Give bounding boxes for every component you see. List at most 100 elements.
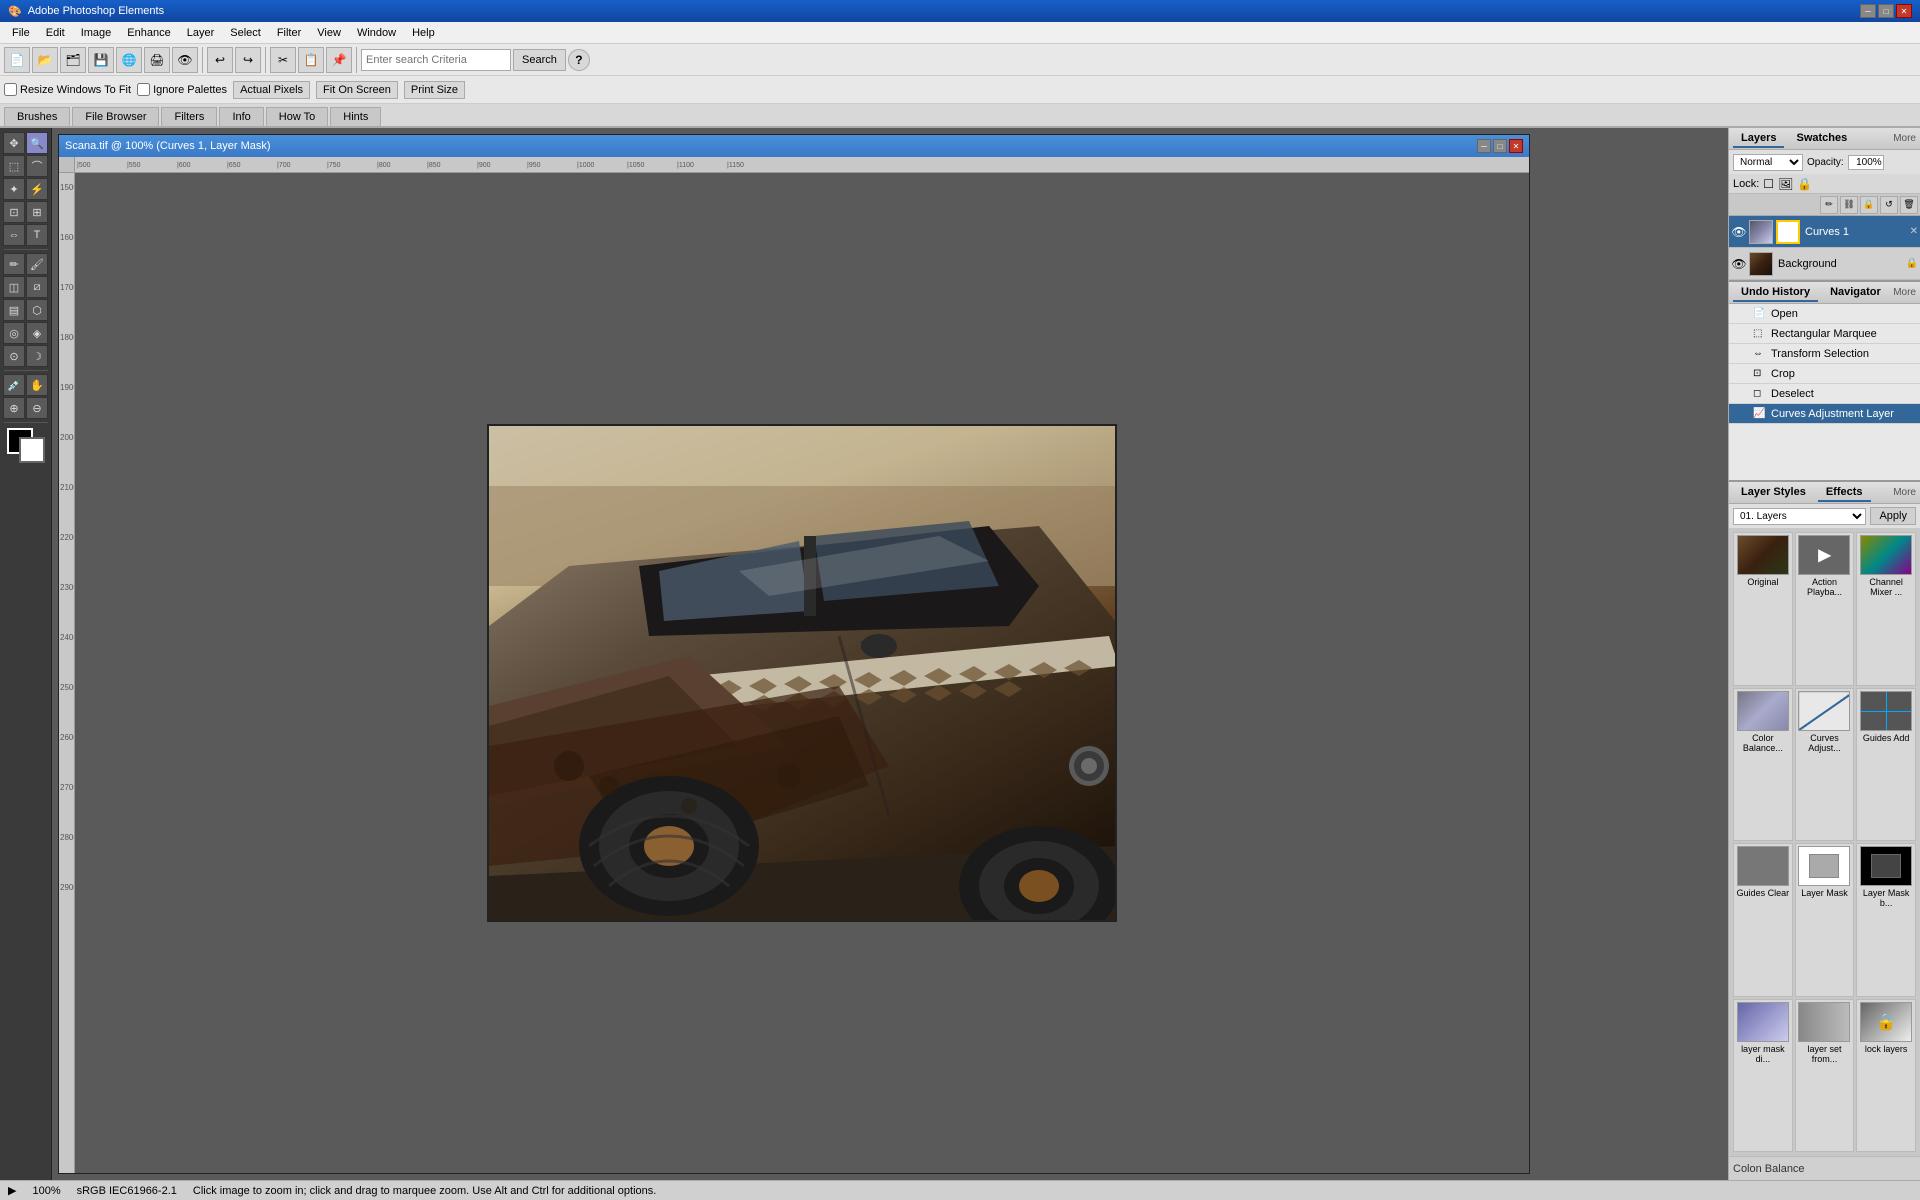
quick-select-tool[interactable]: ✦ — [3, 178, 25, 200]
delete-icon-btn[interactable]: 🗑 — [1900, 196, 1918, 214]
recompose-tool[interactable]: ⊞ — [26, 201, 48, 223]
pencil-icon-btn[interactable]: ✏ — [1820, 196, 1838, 214]
swatches-tab[interactable]: Swatches — [1788, 130, 1855, 148]
magic-wand-tool[interactable]: ⚡ — [26, 178, 48, 200]
blur-tool[interactable]: ◎ — [3, 322, 25, 344]
resize-windows-checkbox[interactable] — [4, 83, 17, 96]
resize-windows-option[interactable]: Resize Windows To Fit — [4, 83, 131, 96]
move-tool[interactable]: ✥ — [3, 132, 25, 154]
effect-channel-mixer[interactable]: Channel Mixer ... — [1856, 532, 1916, 686]
color-replace-tool[interactable]: ⬡ — [26, 299, 48, 321]
paint-bucket-tool[interactable]: ⧄ — [26, 276, 48, 298]
effect-guides-clear[interactable]: Guides Clear — [1733, 843, 1793, 997]
print-preview-button[interactable]: 👁 — [172, 47, 198, 73]
type-tool[interactable]: T — [26, 224, 48, 246]
menu-layer[interactable]: Layer — [179, 25, 223, 41]
ignore-palettes-option[interactable]: Ignore Palettes — [137, 83, 227, 96]
lock-image-icon[interactable]: 🖼 — [1778, 177, 1793, 191]
open-button[interactable]: 📂 — [32, 47, 58, 73]
tab-filters[interactable]: Filters — [161, 107, 217, 126]
tab-brushes[interactable]: Brushes — [4, 107, 70, 126]
undo-button[interactable]: ↩ — [207, 47, 233, 73]
lock-icon-btn[interactable]: 🔒 — [1860, 196, 1878, 214]
canvas-inner[interactable] — [75, 173, 1529, 1173]
dodge-tool[interactable]: ☽ — [26, 345, 48, 367]
browse-button[interactable]: 🗂 — [60, 47, 86, 73]
tab-file-browser[interactable]: File Browser — [72, 107, 159, 126]
ignore-palettes-checkbox[interactable] — [137, 83, 150, 96]
chain-icon-btn[interactable]: ⛓ — [1840, 196, 1858, 214]
menu-select[interactable]: Select — [222, 25, 269, 41]
history-item-marquee[interactable]: ⬚ Rectangular Marquee — [1729, 324, 1920, 344]
crop-tool[interactable]: ⊡ — [3, 201, 25, 223]
history-item-transform[interactable]: ⇔ Transform Selection — [1729, 344, 1920, 364]
navigator-tab[interactable]: Navigator — [1822, 284, 1889, 302]
eraser-tool[interactable]: ◫ — [3, 276, 25, 298]
tab-info[interactable]: Info — [219, 107, 263, 126]
layers-more-button[interactable]: More — [1893, 133, 1916, 144]
history-tab[interactable]: Undo History — [1733, 284, 1818, 302]
zoom-tool[interactable]: 🔍 — [26, 132, 48, 154]
effect-original[interactable]: Original — [1733, 532, 1793, 686]
layer-delete-curves1[interactable]: ✕ — [1910, 226, 1918, 237]
refresh-icon-btn[interactable]: ↺ — [1880, 196, 1898, 214]
lock-transparency-icon[interactable]: ☐ — [1763, 177, 1774, 191]
zoom-in-tool[interactable]: ⊕ — [3, 397, 25, 419]
layer-eye-curves1[interactable]: 👁 — [1731, 224, 1747, 240]
effect-curves-adjust[interactable]: Curves Adjust... — [1795, 688, 1855, 842]
hand-tool[interactable]: ✋ — [26, 374, 48, 396]
lasso-tool[interactable]: ⌒ — [26, 155, 48, 177]
tab-how-to[interactable]: How To — [266, 107, 328, 126]
brush-tool[interactable]: 🖌 — [26, 253, 48, 275]
apply-button[interactable]: Apply — [1870, 507, 1916, 525]
menu-edit[interactable]: Edit — [38, 25, 73, 41]
straighten-tool[interactable]: ⇔ — [3, 224, 25, 246]
effects-more-button[interactable]: More — [1893, 487, 1916, 498]
new-button[interactable]: 📄 — [4, 47, 30, 73]
lock-position-icon[interactable]: 🔒 — [1797, 177, 1812, 191]
layer-row-background[interactable]: 👁 Background 🔒 — [1729, 248, 1920, 280]
photo-canvas[interactable] — [487, 424, 1117, 922]
menu-file[interactable]: File — [4, 25, 38, 41]
effect-color-balance[interactable]: Color Balance... — [1733, 688, 1793, 842]
eyedropper-tool[interactable]: 💉 — [3, 374, 25, 396]
effect-layer-set[interactable]: layer set from... — [1795, 999, 1855, 1153]
menu-window[interactable]: Window — [349, 25, 404, 41]
save-for-web-button[interactable]: 🌐 — [116, 47, 142, 73]
doc-close-button[interactable]: ✕ — [1509, 139, 1523, 153]
print-size-button[interactable]: Print Size — [404, 81, 465, 99]
effect-lock-layers[interactable]: 🔒 lock layers — [1856, 999, 1916, 1153]
paste-button[interactable]: 📌 — [326, 47, 352, 73]
menu-view[interactable]: View — [309, 25, 349, 41]
help-button[interactable]: ? — [568, 49, 590, 71]
doc-restore-button[interactable]: □ — [1493, 139, 1507, 153]
tab-hints[interactable]: Hints — [330, 107, 381, 126]
layer-styles-tab[interactable]: Layer Styles — [1733, 484, 1814, 502]
blend-mode-select[interactable]: Normal — [1733, 154, 1803, 171]
layer-eye-background[interactable]: 👁 — [1731, 256, 1747, 272]
redo-button[interactable]: ↪ — [235, 47, 261, 73]
restore-button[interactable]: □ — [1878, 4, 1894, 18]
actual-pixels-button[interactable]: Actual Pixels — [233, 81, 310, 99]
opacity-input[interactable] — [1848, 155, 1884, 170]
minimize-button[interactable]: ─ — [1860, 4, 1876, 18]
selection-tool[interactable]: ⬚ — [3, 155, 25, 177]
history-more-button[interactable]: More — [1893, 287, 1916, 298]
effect-layer-mask-b[interactable]: Layer Mask b... — [1856, 843, 1916, 997]
gradient-tool[interactable]: ▤ — [3, 299, 25, 321]
layer-row-curves1[interactable]: 👁 Curves 1 ✕ — [1729, 216, 1920, 248]
menu-filter[interactable]: Filter — [269, 25, 309, 41]
save-button[interactable]: 💾 — [88, 47, 114, 73]
sharpen-tool[interactable]: ◈ — [26, 322, 48, 344]
history-item-crop[interactable]: ⊡ Crop — [1729, 364, 1920, 384]
sponge-tool[interactable]: ⊙ — [3, 345, 25, 367]
effect-layer-mask[interactable]: Layer Mask — [1795, 843, 1855, 997]
copy-button[interactable]: 📋 — [298, 47, 324, 73]
menu-image[interactable]: Image — [73, 25, 120, 41]
print-button[interactable]: 🖨 — [144, 47, 170, 73]
search-box[interactable] — [361, 49, 511, 71]
menu-enhance[interactable]: Enhance — [119, 25, 178, 41]
zoom-out-tool[interactable]: ⊖ — [26, 397, 48, 419]
history-item-open[interactable]: 📄 Open — [1729, 304, 1920, 324]
search-input[interactable] — [366, 54, 506, 66]
